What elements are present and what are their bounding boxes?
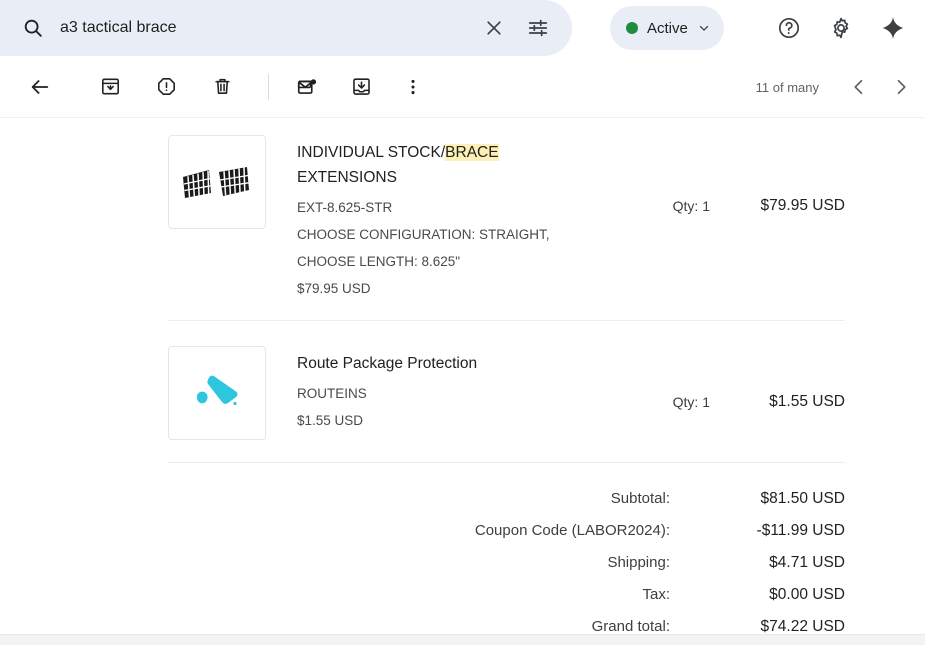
archive-button[interactable]: [90, 67, 130, 107]
line-item-title-suffix: EXTENSIONS: [297, 169, 397, 186]
total-value: $81.50 USD: [760, 490, 845, 507]
status-label: Active: [647, 19, 688, 37]
bottom-strip: [0, 634, 925, 645]
mark-unread-icon: [297, 78, 317, 94]
chevron-down-icon[interactable]: [697, 21, 711, 35]
next-message-button[interactable]: [881, 67, 921, 107]
total-row: Tax: $0.00 USD: [168, 579, 845, 611]
move-to-inbox-button[interactable]: [341, 67, 381, 107]
product-thumbnail-stock-brace-extensions: [168, 135, 266, 229]
line-item-title: INDIVIDUAL STOCK/BRACE EXTENSIONS: [297, 140, 547, 190]
order-summary: INDIVIDUAL STOCK/BRACE EXTENSIONS EXT-8.…: [0, 118, 925, 643]
total-value: $4.71 USD: [769, 554, 845, 571]
chevron-left-icon: [854, 79, 863, 95]
clear-search-button[interactable]: [472, 6, 516, 50]
arrow-back-icon: [31, 79, 49, 94]
line-item-option-configuration: CHOOSE CONFIGURATION: STRAIGHT,: [297, 227, 550, 242]
route-logo-image: [196, 375, 238, 406]
line-item-sku: ROUTEINS: [297, 386, 367, 401]
search-icon[interactable]: [13, 8, 53, 48]
order-line-item: INDIVIDUAL STOCK/BRACE EXTENSIONS EXT-8.…: [168, 118, 845, 302]
total-row: Coupon Code (LABOR2024): -$11.99 USD: [168, 515, 845, 547]
more-vertical-icon: [411, 79, 415, 94]
help-icon: [778, 17, 800, 39]
product-thumbnail-route-logo: [168, 346, 266, 440]
archive-icon: [101, 78, 119, 95]
line-item-info: INDIVIDUAL STOCK/BRACE EXTENSIONS EXT-8.…: [266, 135, 600, 302]
report-spam-button[interactable]: [146, 67, 186, 107]
total-label: Subtotal:: [610, 490, 670, 507]
line-item-line-price: $1.55 USD: [769, 393, 845, 410]
pager-count-label: 11 of many: [755, 79, 819, 95]
total-label: Coupon Code (LABOR2024):: [474, 522, 670, 539]
search-term-highlight: BRACE: [445, 144, 499, 161]
stock-brace-extensions-image: [183, 167, 249, 198]
help-button[interactable]: [767, 6, 811, 50]
line-item-title: Route Package Protection: [297, 355, 478, 372]
settings-button[interactable]: [819, 6, 863, 50]
total-value: -$11.99 USD: [756, 522, 845, 539]
email-body: INDIVIDUAL STOCK/BRACE EXTENSIONS EXT-8.…: [0, 118, 925, 645]
trash-icon: [214, 78, 230, 94]
line-item-quantity: Qty: 1: [672, 394, 710, 410]
message-pager: 11 of many: [756, 56, 921, 118]
mark-unread-button[interactable]: [287, 67, 327, 107]
top-right-icon-group: [767, 6, 915, 50]
line-item-quantity: Qty: 1: [672, 198, 710, 214]
delete-button[interactable]: [202, 67, 242, 107]
gemini-button[interactable]: [871, 6, 915, 50]
search-bar[interactable]: [0, 0, 572, 56]
order-totals: Subtotal: $81.50 USD Coupon Code (LABOR2…: [168, 463, 845, 643]
order-line-item: Route Package Protection ROUTEINS $1.55 …: [168, 321, 845, 440]
total-row: Subtotal: $81.50 USD: [168, 483, 845, 515]
sparkle-icon: [882, 16, 904, 40]
top-search-bar: Active: [0, 0, 925, 56]
more-options-button[interactable]: [393, 67, 433, 107]
line-item-unit-price: $79.95 USD: [297, 281, 371, 296]
report-spam-icon: [157, 78, 175, 95]
line-item-option-length: CHOOSE LENGTH: 8.625": [297, 254, 461, 269]
total-value: $0.00 USD: [769, 586, 845, 603]
total-label: Shipping:: [607, 554, 670, 571]
line-item-info: Route Package Protection ROUTEINS $1.55 …: [266, 346, 600, 434]
line-item-sku: EXT-8.625-STR: [297, 200, 393, 215]
gear-icon: [833, 17, 849, 39]
line-item-line-price: $79.95 USD: [760, 197, 845, 214]
status-dot-icon: [626, 22, 638, 34]
toolbar-divider: [268, 73, 269, 100]
previous-message-button[interactable]: [839, 67, 879, 107]
search-options-button[interactable]: [516, 6, 560, 50]
move-to-inbox-icon: [352, 78, 370, 95]
line-item-unit-price: $1.55 USD: [297, 413, 364, 428]
total-row: Shipping: $4.71 USD: [168, 547, 845, 579]
total-label: Tax:: [642, 586, 670, 603]
status-chip-active[interactable]: Active: [610, 6, 724, 50]
line-item-title-prefix: INDIVIDUAL STOCK/: [297, 144, 446, 161]
email-action-toolbar: 11 of many: [0, 56, 925, 118]
back-button[interactable]: [20, 67, 60, 107]
search-input[interactable]: [53, 8, 472, 48]
chevron-right-icon: [897, 79, 906, 95]
